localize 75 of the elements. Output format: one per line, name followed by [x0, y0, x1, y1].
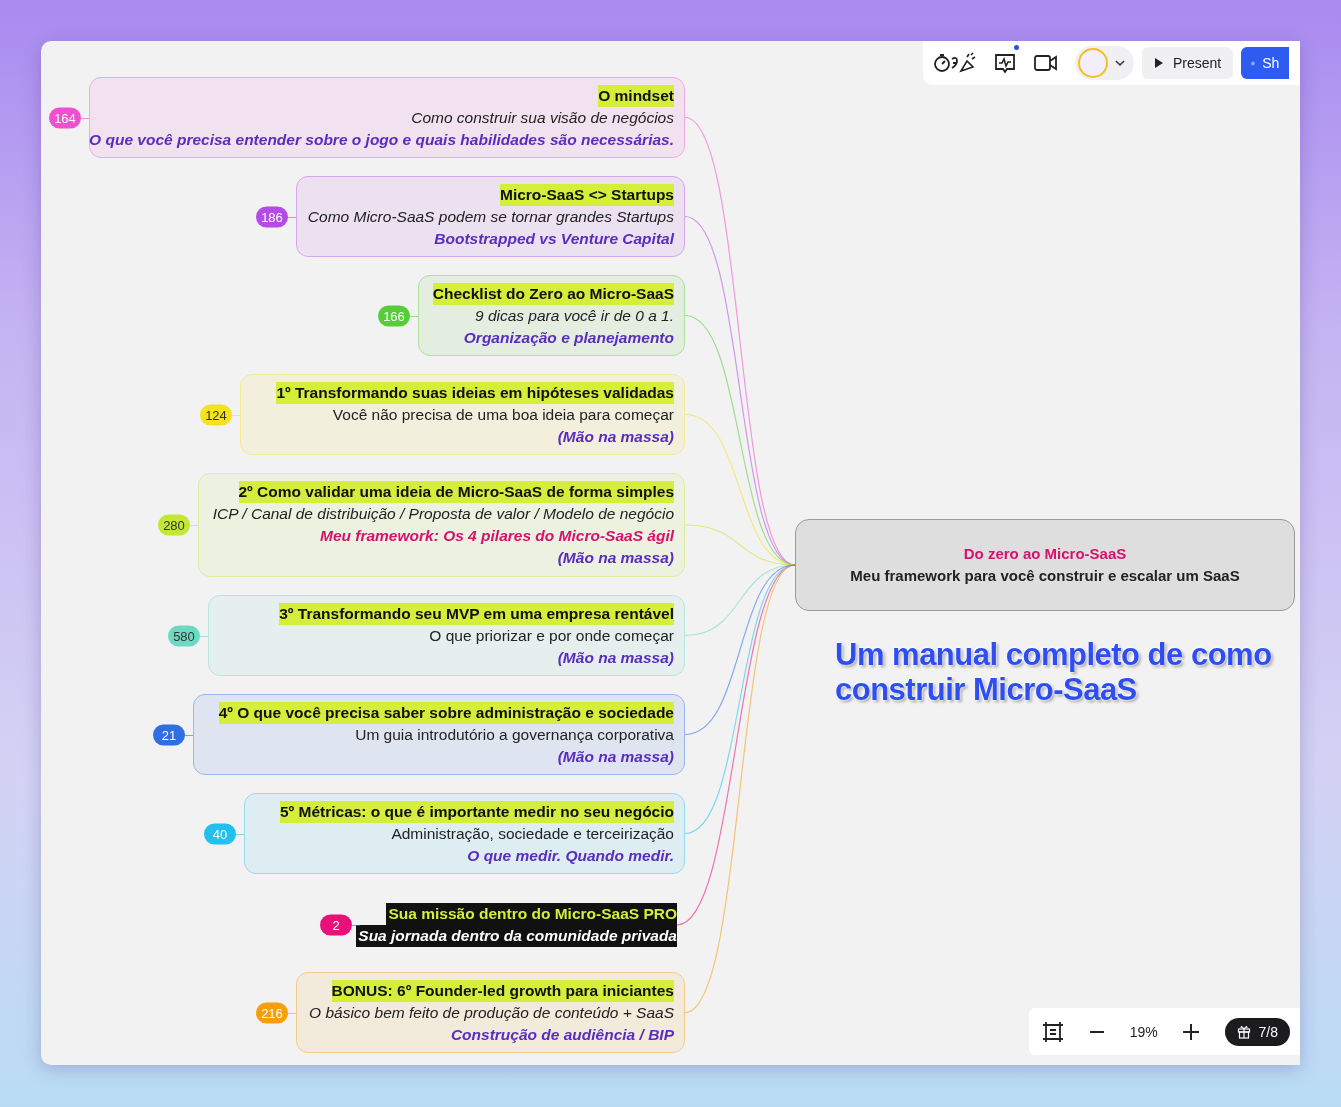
node-subtitle: Sua jornada dentro da comunidade privada	[356, 925, 677, 947]
mind-map-node[interactable]: O mindset Como construir sua visão de negócios O que você precisa entender sobre o jogo e quais habilidades são necessárias.	[89, 77, 685, 158]
node-subtitle: 9 dicas para você ir de 0 a 1.	[474, 305, 674, 326]
zoom-level: 19%	[1129, 1023, 1158, 1040]
node-note: (Mão na massa)	[557, 426, 674, 447]
mind-map-node[interactable]: 3º Transformando seu MVP em uma empresa rentável O que priorizar e por onde começar (Mão na massa)	[208, 595, 685, 676]
play-icon	[1154, 58, 1164, 68]
count-badge: 40	[204, 823, 236, 844]
count-badge: 280	[158, 514, 190, 536]
node-title: Micro-SaaS <> Startups	[500, 183, 674, 206]
node-note: Construção de audiência / BIP	[450, 1024, 674, 1045]
count-badge: 216	[256, 1002, 288, 1023]
node-title: BONUS: 6º Founder-led growth para iniciantes	[331, 979, 674, 1002]
node-note: O que medir. Quando medir.	[467, 845, 674, 866]
badge-connector	[190, 525, 198, 526]
count-badge: 186	[256, 206, 288, 227]
share-button[interactable]: Sh	[1241, 47, 1290, 79]
badge-connector	[352, 925, 360, 926]
central-node-title: Do zero ao Micro-SaaS	[963, 544, 1127, 564]
badge-connector	[200, 635, 208, 637]
node-title: 2º Como validar uma ideia de Micro-SaaS de forma simples	[238, 481, 674, 503]
node-note: O que você precisa entender sobre o jogo e quais habilidades são necessárias.	[89, 129, 674, 150]
node-title: Sua missão dentro do Micro-SaaS PRO	[386, 903, 677, 925]
stopwatch-confetti-icon[interactable]	[933, 51, 977, 75]
node-subtitle: Um guia introdutório a governança corporativa	[355, 724, 674, 745]
badge-connector	[288, 1012, 296, 1014]
node-subtitle: Como Micro-SaaS podem se tornar grandes Startups	[307, 206, 674, 227]
node-subtitle: Você não precisa de uma boa ideia para começar	[332, 404, 674, 425]
chevron-down-icon	[1114, 57, 1126, 69]
count-badge: 2	[320, 914, 352, 936]
central-node-subtitle: Meu framework para você construir e escalar um SaaS	[850, 566, 1240, 586]
avatar-circle	[1078, 48, 1108, 78]
count-badge: 580	[168, 625, 200, 646]
node-note: Meu framework: Os 4 pilares do Micro-SaaS ágil	[319, 526, 674, 546]
mind-map-node[interactable]: 5º Métricas: o que é importante medir no seu negócio Administração, sociedade e terceirização O que medir. Quando medir.	[244, 793, 685, 874]
mind-map-node[interactable]: 4º O que você precisa saber sobre administração e sociedade Um guia introdutório a governança corporativa (Mão na massa)	[193, 694, 685, 775]
badge-connector	[288, 216, 296, 218]
count-badge: 124	[200, 404, 232, 425]
count-badge: 164	[49, 107, 81, 128]
mind-map-node[interactable]: 1º Transformando suas ideias em hipóteses validadas Você não precisa de uma boa ideia para começar (Mão na massa)	[240, 374, 685, 455]
node-subtitle: O básico bem feito de produção de conteúdo + SaaS	[309, 1002, 674, 1023]
mind-map-node[interactable]: BONUS: 6º Founder-led growth para iniciantes O básico bem feito de produção de conteúdo + SaaS Construção de audiência / BIP	[296, 972, 685, 1053]
node-title: 3º Transformando seu MVP em uma empresa rentável	[279, 602, 674, 625]
node-note: (Mão na massa)	[557, 548, 674, 568]
node-subtitle: Administração, sociedade e terceirização	[391, 823, 674, 844]
slides-counter-button[interactable]: 7/8	[1224, 1017, 1290, 1046]
gift-icon	[1236, 1024, 1251, 1039]
node-note: (Mão na massa)	[557, 746, 674, 767]
badge-connector	[185, 734, 193, 736]
count-badge: 21	[153, 724, 185, 745]
node-note: Organização e planejamento	[463, 327, 674, 348]
node-note: (Mão na massa)	[557, 647, 674, 668]
node-subtitle: Como construir sua visão de negócios	[411, 107, 674, 128]
mind-map-node[interactable]: Checklist do Zero ao Micro-SaaS 9 dicas para você ir de 0 a 1. Organização e planejamento	[418, 275, 685, 356]
node-note: Bootstrapped vs Venture Capital	[434, 228, 674, 249]
fit-frame-icon[interactable]	[1041, 1019, 1065, 1044]
central-node[interactable]: Do zero ao Micro-SaaS Meu framework para você construir e escalar um SaaS	[795, 519, 1295, 611]
node-subtitle: O que priorizar e por onde começar	[429, 625, 674, 646]
badge-connector	[81, 117, 89, 119]
node-title: 5º Métricas: o que é importante medir no seu negócio	[279, 800, 674, 823]
badge-connector	[410, 315, 418, 317]
chat-pulse-icon[interactable]	[993, 51, 1017, 75]
node-title: O mindset	[598, 84, 674, 107]
node-title: 1º Transformando suas ideias em hipóteses validadas	[276, 381, 674, 404]
node-subtitle: ICP / Canal de distribuição / Proposta de valor / Modelo de negócio	[212, 504, 674, 524]
mind-map-node[interactable]: Micro-SaaS <> Startups Como Micro-SaaS podem se tornar grandes Startups Bootstrapped vs Venture Capital	[296, 176, 685, 257]
zoom-in-icon[interactable]	[1181, 1021, 1202, 1042]
caption-text: Um manual completo de como construir Micro-SaaS	[835, 637, 1273, 707]
node-title: Checklist do Zero ao Micro-SaaS	[432, 282, 674, 305]
badge-connector	[232, 414, 240, 416]
node-title: 4º O que você precisa saber sobre administração e sociedade	[218, 701, 674, 724]
badge-connector	[236, 833, 244, 835]
present-button[interactable]: Present	[1142, 47, 1234, 79]
mind-map-node[interactable]: 2º Como validar uma ideia de Micro-SaaS de forma simples ICP / Canal de distribuição / Proposta de valor / Modelo de negócio Meu framework: Os 4 pilares do Micro-SaaS ágil (Mão na massa)	[198, 473, 685, 577]
count-badge: 166	[378, 305, 410, 326]
